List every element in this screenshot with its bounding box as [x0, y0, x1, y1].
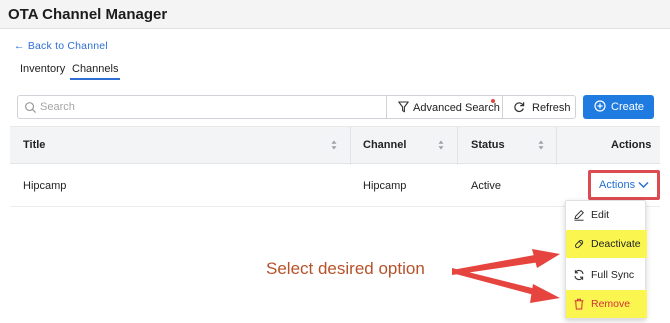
annotation-text: Select desired option: [266, 259, 425, 278]
refresh-button[interactable]: Refresh: [502, 95, 576, 119]
arrow-to-deactivate: [452, 249, 560, 275]
sync-icon: [574, 269, 584, 281]
menu-item-label: Full Sync: [591, 269, 635, 281]
actions-dropdown-button[interactable]: Actions: [599, 179, 649, 191]
actions-menu: Edit Deactivate Full Sync Remove: [565, 200, 647, 319]
menu-item-label: Edit: [591, 209, 610, 221]
search-input[interactable]: [40, 99, 370, 115]
table-row: Hipcamp Hipcamp Active: [10, 165, 660, 207]
search-field[interactable]: [17, 95, 387, 119]
menu-item-deactivate[interactable]: Deactivate: [566, 230, 647, 258]
menu-item-label: Remove: [591, 298, 631, 310]
table-header: Title Channel Status Actions: [10, 126, 660, 165]
menu-item-edit[interactable]: Edit: [566, 201, 647, 229]
app-title: OTA Channel Manager: [8, 6, 168, 23]
column-divider: [350, 127, 351, 165]
column-header-title[interactable]: Title: [23, 139, 45, 151]
column-header-channel[interactable]: Channel: [363, 139, 406, 151]
actions-label: Actions: [599, 179, 636, 191]
back-to-channel-link[interactable]: ← Back to Channel: [14, 40, 108, 52]
tab-inventory[interactable]: Inventory: [20, 63, 65, 75]
cell-channel: Hipcamp: [363, 180, 407, 192]
create-button[interactable]: Create: [583, 95, 654, 119]
notification-dot: [491, 99, 495, 103]
cell-status: Active: [471, 180, 501, 192]
trash-icon: [574, 298, 584, 310]
advanced-search-button[interactable]: Advanced Search: [386, 95, 503, 119]
filter-icon: [398, 101, 409, 113]
tab-channels[interactable]: Channels: [70, 63, 121, 80]
eraser-icon: [574, 239, 584, 249]
chevron-down-icon: [638, 182, 649, 188]
menu-item-full-sync[interactable]: Full Sync: [566, 261, 647, 289]
arrow-to-remove: [452, 268, 560, 303]
cell-title: Hipcamp: [23, 180, 67, 192]
title-bar: OTA Channel Manager: [0, 0, 670, 29]
pencil-icon: [574, 209, 585, 221]
sort-icon[interactable]: [538, 140, 544, 150]
search-icon: [25, 102, 37, 114]
column-divider: [457, 127, 458, 165]
sort-icon[interactable]: [438, 140, 444, 150]
plus-circle-icon: [594, 100, 606, 112]
menu-item-remove[interactable]: Remove: [566, 290, 647, 318]
column-divider: [556, 127, 557, 165]
sort-icon[interactable]: [331, 140, 337, 150]
create-label: Create: [611, 101, 645, 113]
refresh-label: Refresh: [532, 102, 571, 114]
column-header-actions: Actions: [611, 139, 652, 151]
menu-item-label: Deactivate: [591, 238, 641, 250]
advanced-search-label: Advanced Search: [413, 102, 500, 114]
refresh-icon: [514, 102, 525, 113]
column-header-status[interactable]: Status: [471, 139, 505, 151]
